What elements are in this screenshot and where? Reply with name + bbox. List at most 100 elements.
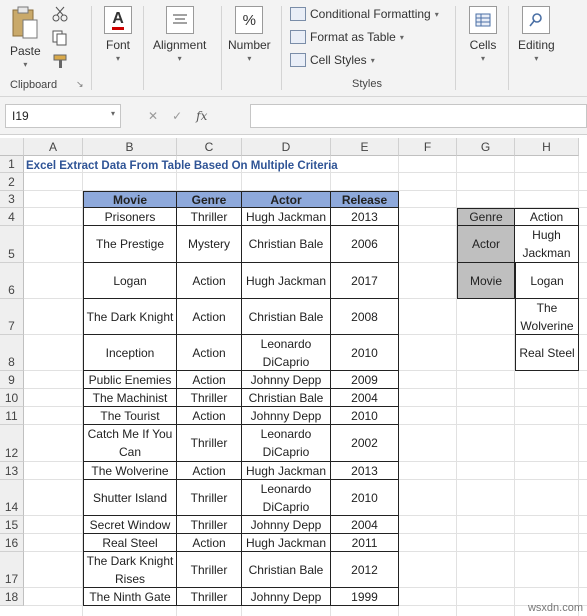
enter-icon[interactable]: ✓ <box>172 109 182 123</box>
separator <box>221 6 222 90</box>
row-header-18[interactable]: 18 <box>0 588 24 606</box>
row-header-17[interactable]: 17 <box>0 552 24 588</box>
cell-styles-button[interactable]: Cell Styles ▾ <box>290 53 375 67</box>
row-header-16[interactable]: 16 <box>0 534 24 552</box>
conditional-formatting-icon <box>290 7 306 21</box>
row-header-6[interactable]: 6 <box>0 263 24 299</box>
name-box[interactable]: I19 <box>5 104 121 128</box>
table-cell: Christian Bale <box>242 299 331 335</box>
formula-input[interactable] <box>250 104 587 128</box>
table-cell: 2009 <box>331 371 399 389</box>
table-cell: 2013 <box>331 462 399 480</box>
dialog-launcher-icon[interactable]: ↘ <box>76 79 84 90</box>
column-header-b[interactable]: B <box>83 138 177 156</box>
number-button[interactable]: % Number ▾ <box>228 6 271 63</box>
table-cell: Thriller <box>177 389 242 407</box>
row-header-1[interactable]: 1 <box>0 156 24 173</box>
column-header-d[interactable]: D <box>242 138 331 156</box>
row-header-2[interactable]: 2 <box>0 173 24 191</box>
paste-icon <box>12 6 38 39</box>
table-cell: Hugh Jackman <box>242 263 331 299</box>
row-header-5[interactable]: 5 <box>0 226 24 263</box>
search-icon <box>522 6 551 34</box>
table-cell: Action <box>177 299 242 335</box>
table-header-cell: Release <box>331 191 399 208</box>
name-box-dropdown-icon[interactable]: ▾ <box>111 109 115 118</box>
table-cell: 2017 <box>331 263 399 299</box>
editing-label: Editing <box>518 38 555 52</box>
table-cell: 1999 <box>331 588 399 606</box>
separator <box>91 6 92 90</box>
sheet-title: Excel Extract Data From Table Based On M… <box>26 159 338 172</box>
formula-buttons: ✕ ✓ fx <box>136 104 242 128</box>
cells-button[interactable]: Cells ▾ <box>469 6 497 63</box>
chevron-down-icon: ▾ <box>434 9 439 19</box>
table-cell: Johnny Depp <box>242 371 331 389</box>
worksheet-grid[interactable]: A B C D E F G H 1 2 3 4 5 6 7 8 9 10 11 12 13 14 15 16 17 18 Excel… <box>0 138 587 616</box>
table-cell: 2013 <box>331 208 399 226</box>
table-cell: Public Enemies <box>83 371 177 389</box>
table-cell: Thriller <box>177 516 242 534</box>
row-header-10[interactable]: 10 <box>0 389 24 407</box>
column-header-h[interactable]: H <box>515 138 579 156</box>
row-header-7[interactable]: 7 <box>0 299 24 335</box>
row-header-14[interactable]: 14 <box>0 480 24 516</box>
row-header-9[interactable]: 9 <box>0 371 24 389</box>
select-all-corner[interactable] <box>0 138 24 156</box>
table-cell: The Prestige <box>83 226 177 263</box>
row-header-15[interactable]: 15 <box>0 516 24 534</box>
criteria-actor-value: Hugh Jackman <box>515 226 579 263</box>
table-cell: The Machinist <box>83 389 177 407</box>
cell-styles-icon <box>290 53 306 67</box>
column-header-a[interactable]: A <box>24 138 83 156</box>
row-header-12[interactable]: 12 <box>0 425 24 462</box>
chevron-down-icon[interactable]: ▾ <box>23 60 27 69</box>
separator <box>455 6 456 90</box>
column-header-c[interactable]: C <box>177 138 242 156</box>
column-header-f[interactable]: F <box>399 138 457 156</box>
format-as-table-button[interactable]: Format as Table ▾ <box>290 30 404 44</box>
alignment-label: Alignment <box>153 38 207 52</box>
table-cell: 2010 <box>331 407 399 425</box>
table-cell: Action <box>177 335 242 371</box>
table-cell: The Tourist <box>83 407 177 425</box>
table-cell: Christian Bale <box>242 226 331 263</box>
table-cell: Logan <box>83 263 177 299</box>
cut-icon[interactable] <box>52 6 68 22</box>
clipboard-group: Paste ▾ Clipboard ↘ <box>0 0 88 97</box>
table-cell: Johnny Depp <box>242 588 331 606</box>
chevron-down-icon: ▾ <box>247 54 252 63</box>
chevron-down-icon: ▾ <box>480 54 485 63</box>
font-button[interactable]: A Font ▾ <box>104 6 132 63</box>
row-header-4[interactable]: 4 <box>0 208 24 226</box>
column-header-e[interactable]: E <box>331 138 399 156</box>
chevron-down-icon: ▾ <box>115 54 120 63</box>
editing-button[interactable]: Editing ▾ <box>518 6 555 63</box>
conditional-formatting-button[interactable]: Conditional Formatting ▾ <box>290 7 439 21</box>
format-as-table-label: Format as Table <box>310 30 396 44</box>
table-cell: Christian Bale <box>242 552 331 588</box>
table-cell: Secret Window <box>83 516 177 534</box>
percent-symbol: % <box>242 11 257 29</box>
table-cell: The Dark Knight <box>83 299 177 335</box>
criteria-movie-label: Movie <box>457 263 515 299</box>
column-header-g[interactable]: G <box>457 138 515 156</box>
cancel-icon[interactable]: ✕ <box>148 109 158 123</box>
separator <box>281 6 282 90</box>
row-header-13[interactable]: 13 <box>0 462 24 480</box>
table-cell: Thriller <box>177 425 242 462</box>
paste-button[interactable]: Paste ▾ <box>10 6 41 69</box>
ribbon: Paste ▾ Clipboard ↘ A Font ▾ Alignment ▾… <box>0 0 587 97</box>
row-header-11[interactable]: 11 <box>0 407 24 425</box>
table-cell: Real Steel <box>83 534 177 552</box>
insert-function-icon[interactable]: fx <box>196 109 207 123</box>
alignment-icon <box>165 6 194 34</box>
table-cell: 2011 <box>331 534 399 552</box>
styles-group-label: Styles <box>352 78 382 90</box>
alignment-button[interactable]: Alignment ▾ <box>153 6 206 63</box>
row-header-8[interactable]: 8 <box>0 335 24 371</box>
table-cell: 2012 <box>331 552 399 588</box>
copy-icon[interactable] <box>52 30 68 46</box>
format-painter-icon[interactable] <box>52 53 68 69</box>
row-header-3[interactable]: 3 <box>0 191 24 208</box>
